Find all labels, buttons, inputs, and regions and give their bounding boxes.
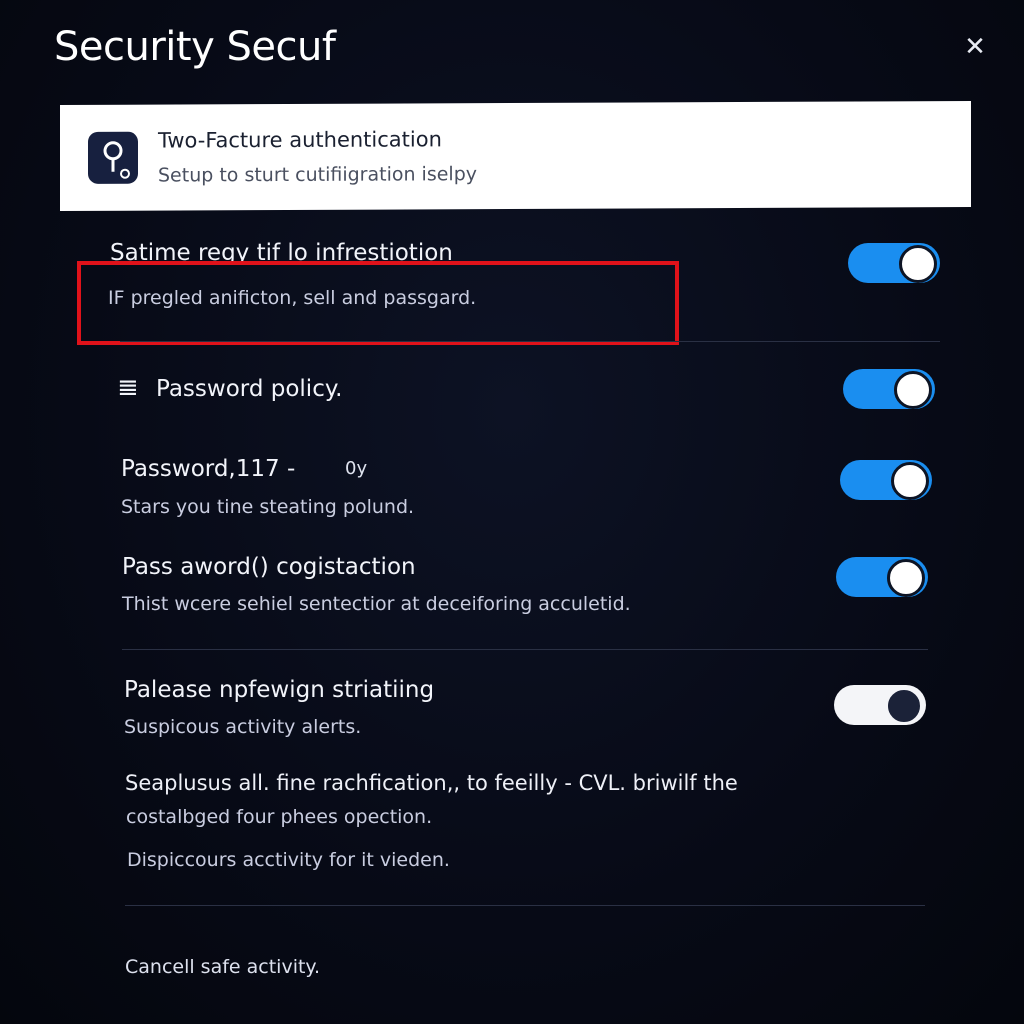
setting-1-toggle[interactable] xyxy=(843,369,935,409)
setting-1-title: Password policy. xyxy=(156,376,343,402)
two-factor-subtitle: Setup to sturt cutifiigration iselpy xyxy=(158,163,478,187)
toggle-knob xyxy=(894,371,932,409)
page-title: Security Secuf xyxy=(54,24,336,70)
info-line-1: Seaplusus all. fine rachfication,, to fe… xyxy=(125,771,738,795)
toggle-knob xyxy=(891,462,929,500)
security-settings-screen: Security Secuf ✕ Two-Facture authenticat… xyxy=(0,0,1024,1024)
toggle-knob xyxy=(885,687,923,725)
setting-3-toggle[interactable] xyxy=(836,557,928,597)
divider xyxy=(120,341,940,342)
setting-0-toggle[interactable] xyxy=(848,243,940,283)
two-factor-card[interactable]: Two-Facture authentication Setup to stur… xyxy=(60,101,971,211)
two-factor-title: Two-Facture authentication xyxy=(158,127,442,153)
toggle-knob xyxy=(899,245,937,283)
setting-2-title: Password,117 - xyxy=(121,456,296,482)
highlight-box xyxy=(77,261,679,345)
key-icon xyxy=(88,131,138,184)
setting-4-title: Palease npfewign striatiing xyxy=(124,677,435,703)
cancel-safe-activity-link[interactable]: Cancell safe activity. xyxy=(125,956,320,978)
divider xyxy=(122,649,928,650)
policy-icon: 𝌆 xyxy=(118,376,138,401)
info-line-3: Dispiccours acctivity for it vieden. xyxy=(127,849,450,871)
setting-2-subtitle: Stars you tine steating polund. xyxy=(121,496,415,518)
close-icon[interactable]: ✕ xyxy=(958,30,992,64)
setting-2-title-suffix: 0y xyxy=(345,458,368,479)
setting-4-subtitle: Suspicous activity alerts. xyxy=(124,716,362,738)
setting-4-toggle[interactable] xyxy=(834,685,926,725)
setting-3-subtitle: Thist wcere sehiel sentectior at deceifo… xyxy=(122,593,631,615)
setting-3-title: Pass aword() cogistaction xyxy=(122,554,416,580)
info-line-2: costalbged four phees opection. xyxy=(126,806,433,828)
setting-2-toggle[interactable] xyxy=(840,460,932,500)
toggle-knob xyxy=(887,559,925,597)
divider xyxy=(125,905,925,906)
